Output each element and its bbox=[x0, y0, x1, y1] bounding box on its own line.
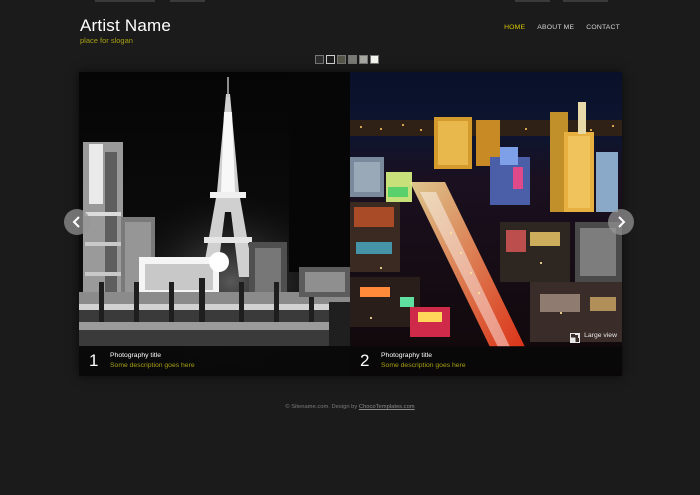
slide-2-number: 2 bbox=[360, 351, 370, 370]
brand: Artist Name place for slogan bbox=[80, 16, 171, 46]
slogan: place for slogan bbox=[80, 36, 133, 45]
footer-text: © Sitename.com. Design by bbox=[285, 404, 359, 410]
footer: © Sitename.com. Design by ChocoTemplates… bbox=[0, 403, 700, 411]
nav-contact[interactable]: CONTACT bbox=[586, 23, 620, 33]
swatch-5[interactable] bbox=[359, 55, 368, 64]
large-view-link[interactable]: Large view bbox=[570, 330, 617, 343]
top-stripe bbox=[0, 0, 700, 3]
photo-slider: 1 Photography title Some description goe… bbox=[79, 72, 622, 376]
swatch-1[interactable] bbox=[315, 55, 324, 64]
chevron-right-icon bbox=[618, 216, 626, 228]
enlarge-icon bbox=[570, 330, 581, 343]
slide-2-description: Some description goes here bbox=[381, 362, 466, 369]
large-view-label: Large view bbox=[584, 331, 617, 339]
slide-1-description: Some description goes here bbox=[110, 362, 195, 369]
slide-2-caption: 2 Photography title Some description goe… bbox=[350, 346, 622, 376]
footer-designer-link[interactable]: ChocoTemplates.com bbox=[359, 404, 415, 410]
slide-1-title[interactable]: Photography title bbox=[110, 351, 161, 360]
slide-1-caption: 1 Photography title Some description goe… bbox=[79, 346, 350, 376]
color-swatches bbox=[315, 55, 379, 64]
slide-2-title[interactable]: Photography title bbox=[381, 351, 432, 360]
artist-name[interactable]: Artist Name bbox=[80, 16, 171, 36]
swatch-2[interactable] bbox=[326, 55, 335, 64]
main-nav: HOME ABOUT ME CONTACT bbox=[504, 23, 620, 33]
slide-1-photo[interactable] bbox=[79, 72, 350, 376]
nav-home[interactable]: HOME bbox=[504, 23, 525, 33]
next-slide-button[interactable] bbox=[608, 209, 634, 235]
swatch-4[interactable] bbox=[348, 55, 357, 64]
chevron-left-icon bbox=[72, 216, 80, 228]
prev-slide-button[interactable] bbox=[64, 209, 90, 235]
swatch-6[interactable] bbox=[370, 55, 379, 64]
slide-1 bbox=[79, 72, 350, 376]
slide-1-number: 1 bbox=[89, 351, 99, 370]
nav-about-me[interactable]: ABOUT ME bbox=[537, 23, 574, 33]
swatch-3[interactable] bbox=[337, 55, 346, 64]
